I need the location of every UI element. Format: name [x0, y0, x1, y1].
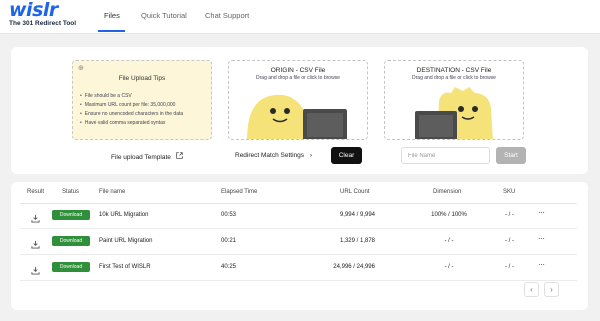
logo-tagline: The 301 Redirect Tool	[9, 20, 77, 27]
logo-wordmark: wislr	[9, 0, 58, 21]
tab-chat-support[interactable]: Chat Support	[205, 11, 249, 20]
pagination-next-button[interactable]: ›	[544, 282, 559, 297]
download-icon[interactable]	[31, 210, 40, 228]
header-dimension: Dimension	[433, 189, 462, 195]
active-tab-indicator	[98, 30, 125, 32]
sku-cell: - / -	[505, 264, 514, 270]
status-badge[interactable]: Download	[52, 236, 90, 246]
more-options-icon[interactable]: ···	[538, 208, 545, 217]
tip-item: Have valid comma separated syntax	[80, 119, 183, 128]
row-divider	[20, 280, 577, 281]
file-upload-template-link[interactable]: File upload Template	[111, 152, 183, 161]
table-row: Download First Test of WISLR 40:25 24,99…	[11, 255, 588, 281]
clear-button[interactable]: Clear	[331, 147, 362, 164]
header-file-name: File name	[99, 189, 126, 195]
dimension-cell: - / -	[444, 264, 454, 270]
download-icon[interactable]	[31, 262, 40, 280]
url-count-cell: 1,329 / 1,878	[339, 238, 375, 244]
tab-quick-tutorial[interactable]: Quick Tutorial	[141, 11, 187, 20]
dimension-cell: 100% / 100%	[431, 212, 467, 218]
external-link-icon	[176, 152, 183, 161]
tip-item: Maximum URL count per file: 35,000,000	[80, 101, 183, 110]
destination-title: DESTINATION - CSV File	[416, 67, 492, 74]
file-name-cell: First Test of WISLR	[99, 264, 151, 270]
add-circle-icon: ⊕	[78, 65, 84, 72]
tips-title: File Upload Tips	[118, 75, 166, 82]
status-badge[interactable]: Download	[52, 262, 90, 272]
tab-files[interactable]: Files	[104, 11, 120, 20]
more-options-icon[interactable]: ···	[538, 234, 545, 243]
elapsed-time-cell: 40:25	[221, 264, 237, 270]
template-link-label: File upload Template	[111, 154, 171, 161]
url-count-cell: 24,996 / 24,996	[333, 264, 375, 270]
elapsed-time-cell: 00:53	[221, 212, 237, 218]
more-options-icon[interactable]: ···	[538, 260, 545, 269]
origin-subtitle: Drag and drop a file or click to browse	[256, 75, 340, 81]
tips-list: File should be a CSV Maximum URL count p…	[80, 92, 183, 128]
destination-subtitle: Drag and drop a file or click to browse	[412, 75, 496, 81]
file-upload-tips-card: ⊕ File Upload Tips File should be a CSV …	[72, 60, 212, 140]
tip-item: File should be a CSV	[80, 92, 183, 101]
logo[interactable]: wislr The 301 Redirect Tool	[9, 1, 89, 28]
redirect-match-settings-link[interactable]: Redirect Match Settings ›	[235, 152, 312, 159]
destination-dropzone[interactable]: DESTINATION - CSV File Drag and drop a f…	[384, 60, 524, 140]
status-badge[interactable]: Download	[52, 210, 90, 220]
header-sku: SKU	[503, 189, 516, 195]
results-table: Result Status File name Elapsed Time URL…	[11, 182, 588, 310]
top-header: wislr The 301 Redirect Tool Files Quick …	[0, 0, 600, 34]
chevron-right-icon: ›	[309, 152, 312, 159]
upload-panel: ⊕ File Upload Tips File should be a CSV …	[11, 47, 588, 174]
table-row: Download Paint URL Migration 00:21 1,329…	[11, 229, 588, 255]
chevron-right-icon: ›	[550, 285, 553, 294]
header-url-count: URL Count	[340, 189, 370, 195]
sku-cell: - / -	[505, 212, 514, 218]
chevron-left-icon: ‹	[530, 285, 533, 294]
file-name-cell: Paint URL Migration	[99, 238, 153, 244]
start-button[interactable]: Start	[496, 147, 526, 164]
sku-cell: - / -	[505, 238, 514, 244]
download-icon[interactable]	[31, 236, 40, 254]
origin-title: ORIGIN - CSV File	[270, 67, 326, 74]
header-elapsed-time: Elapsed Time	[221, 189, 258, 195]
tip-item: Ensure no unencoded characters in the da…	[80, 110, 183, 119]
origin-dropzone[interactable]: ORIGIN - CSV File Drag and drop a file o…	[228, 60, 368, 140]
url-count-cell: 9,994 / 9,994	[339, 212, 375, 218]
elapsed-time-cell: 00:21	[221, 238, 237, 244]
pagination-prev-button[interactable]: ‹	[524, 282, 539, 297]
table-row: Download 10k URL Migration 00:53 9,994 /…	[11, 203, 588, 229]
dimension-cell: - / -	[444, 238, 454, 244]
file-name-input[interactable]	[401, 147, 490, 164]
match-settings-label: Redirect Match Settings	[235, 152, 305, 159]
header-result: Result	[27, 189, 45, 195]
file-name-cell: 10k URL Migration	[99, 212, 149, 218]
header-status: Status	[62, 189, 80, 195]
